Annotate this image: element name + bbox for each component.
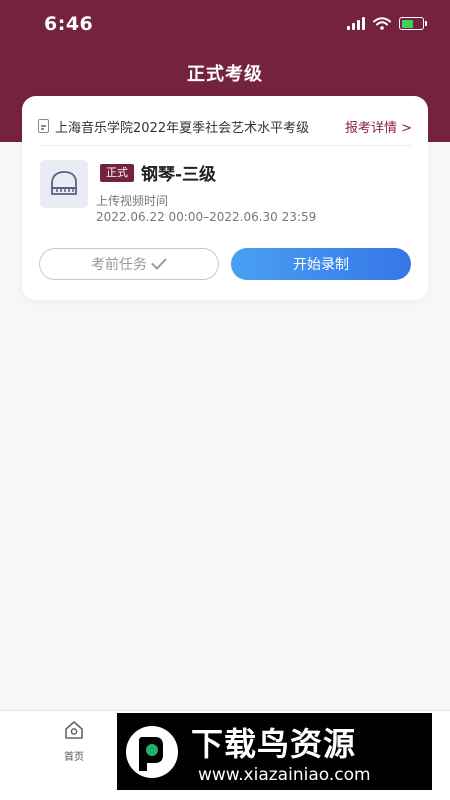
watermark-url: www.xiazainiao.com [198,765,371,785]
wifi-icon [373,17,391,30]
start-recording-button[interactable]: 开始录制 [231,248,411,280]
exam-details-link[interactable]: 报考详情 > [345,117,412,136]
page-title: 正式考级 [187,64,263,85]
status-badge: 正式 [100,164,134,182]
battery-icon [399,17,427,30]
status-time: 6:46 [44,13,94,35]
upload-time-label: 上传视频时间 [96,194,169,208]
status-bar: 6:46 [0,0,450,48]
checkmark-icon [151,258,167,270]
watermark-title: 下载鸟资源 [191,725,357,763]
pre-exam-tasks-label: 考前任务 [91,257,147,273]
pre-exam-tasks-button[interactable]: 考前任务 [39,248,219,280]
document-icon [38,119,49,133]
piano-icon [40,160,88,208]
start-recording-label: 开始录制 [293,257,349,273]
tab-home[interactable]: 首页 [48,719,100,763]
grade-title: 钢琴-三级 [141,165,217,185]
watermark-logo-icon [126,726,178,778]
upload-time-range: 2022.06.22 00:00–2022.06.30 23:59 [96,210,317,224]
card-header: 上海音乐学院2022年夏季社会艺术水平考级 报考详情 > [38,116,412,136]
exam-card: 上海音乐学院2022年夏季社会艺术水平考级 报考详情 > 正式 钢琴-三级 上传… [22,96,428,300]
watermark-overlay: 下载鸟资源 www.xiazainiao.com [117,713,432,790]
divider [38,145,412,146]
tab-home-label: 首页 [64,752,84,763]
signal-icon [347,17,365,30]
exam-name: 上海音乐学院2022年夏季社会艺术水平考级 [55,120,310,136]
home-icon [65,721,83,739]
status-icons [347,17,427,30]
